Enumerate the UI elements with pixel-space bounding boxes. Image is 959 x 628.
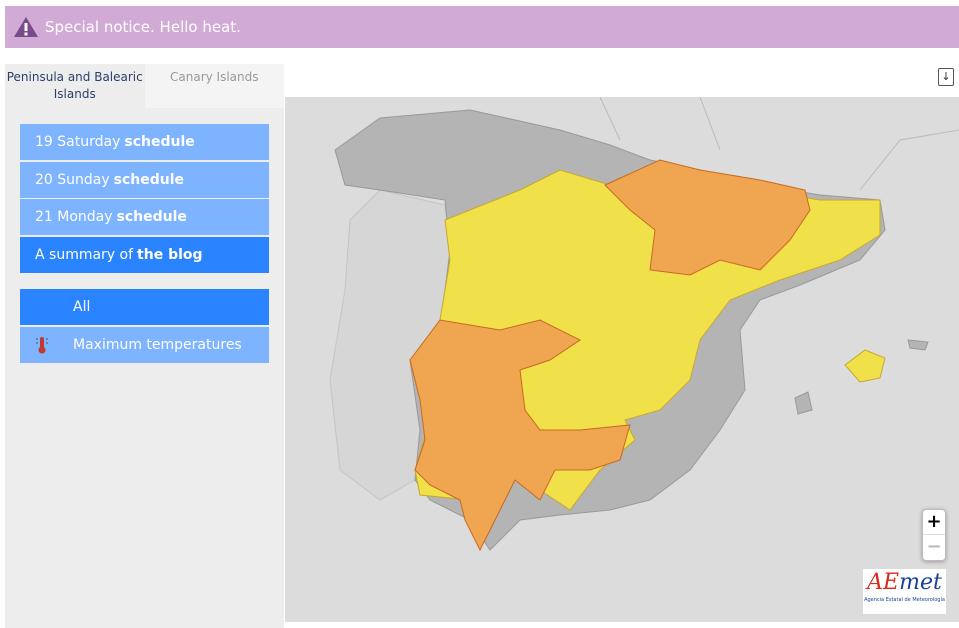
label: 20 Sunday xyxy=(35,171,110,188)
zoom-out-button[interactable]: − xyxy=(923,535,945,560)
label-bold: the blog xyxy=(137,246,203,263)
balearic-islands xyxy=(844,349,886,383)
filter-max-temperatures[interactable]: Maximum temperatures xyxy=(20,326,269,363)
ibiza xyxy=(794,391,813,415)
thermometer-icon xyxy=(36,336,48,353)
filter-menu: All Maximum temperatures xyxy=(20,289,269,364)
logo-b: met xyxy=(899,570,942,595)
menorca xyxy=(907,339,929,351)
sidebar: Peninsula and Balearic Islands Canary Is… xyxy=(5,64,284,628)
notice-text: Special notice. Hello heat. xyxy=(45,18,241,36)
map-svg xyxy=(329,97,959,552)
day-21-monday[interactable]: 21 Monday schedule xyxy=(20,199,269,235)
aemet-logo[interactable]: AEmet Agencia Estatal de Meteorología xyxy=(863,569,946,614)
day-20-sunday[interactable]: 20 Sunday schedule xyxy=(20,161,269,198)
label: 21 Monday xyxy=(35,209,113,225)
label-bold: schedule xyxy=(113,171,185,188)
label-bold: schedule xyxy=(116,209,187,225)
blog-summary[interactable]: A summary of the blog xyxy=(20,236,269,273)
logo-a: AE xyxy=(867,570,900,595)
label: Maximum temperatures xyxy=(73,336,242,353)
tab-canary-islands[interactable]: Canary Islands xyxy=(144,64,284,108)
warning-map[interactable] xyxy=(285,97,959,622)
day-menu: 19 Saturday schedule 20 Sunday schedule 21… xyxy=(20,124,269,274)
label: A summary of xyxy=(35,246,134,263)
zoom-control: + − xyxy=(922,509,946,561)
label: All xyxy=(73,299,91,315)
day-19-saturday[interactable]: 19 Saturday schedule xyxy=(20,124,269,160)
label-bold: schedule xyxy=(124,134,195,150)
tab-peninsula[interactable]: Peninsula and Balearic Islands xyxy=(5,64,145,108)
special-notice-banner: Special notice. Hello heat. xyxy=(5,6,959,48)
logo-subtitle: Agencia Estatal de Meteorología xyxy=(864,597,945,603)
filter-all[interactable]: All xyxy=(20,289,269,325)
download-icon[interactable]: ↓ xyxy=(938,68,954,86)
label: 19 Saturday xyxy=(35,134,121,150)
zoom-in-button[interactable]: + xyxy=(923,510,945,535)
warning-icon xyxy=(14,17,38,37)
